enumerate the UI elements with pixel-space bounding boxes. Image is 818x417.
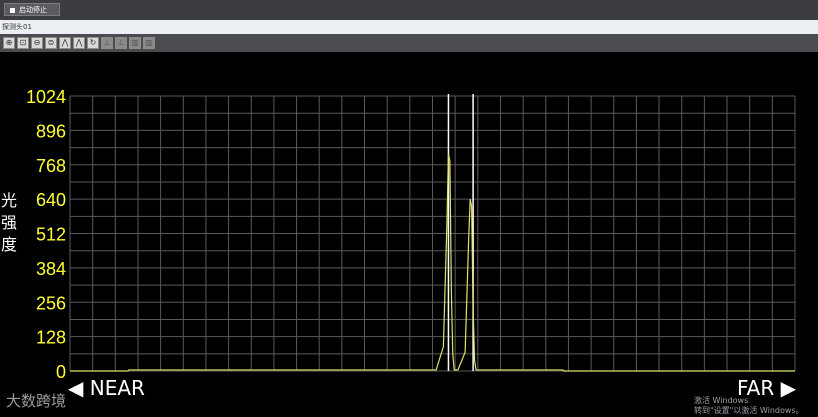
start-stop-button[interactable]: 启动停止 — [4, 3, 60, 16]
activation-line1: 激活 Windows — [694, 396, 749, 405]
intensity-chart: 0 128 256 384 512 640 768 896 1024 — [26, 87, 796, 382]
probe-strip: 探测头01 — [0, 20, 818, 34]
y-tick-label: 1024 — [26, 87, 66, 107]
y-tick-label: 768 — [36, 156, 66, 176]
windows-activation-notice: 激活 Windows 转到"设置"以激活 Windows。 — [694, 396, 804, 416]
y-tick-label: 896 — [36, 121, 66, 141]
y-tick-label: 640 — [36, 190, 66, 210]
y-tick-label: 512 — [36, 225, 66, 245]
zoom-fit-icon[interactable]: ⊡ — [17, 37, 29, 49]
peak-icon[interactable]: ⋀ — [59, 37, 71, 49]
chart-grid — [69, 95, 796, 372]
y-tick-labels: 0 128 256 384 512 640 768 896 1024 — [26, 87, 66, 382]
y-axis-label: 光 强 度 — [0, 191, 17, 254]
measure-icon: ⊥ — [101, 37, 113, 49]
activation-line2: 转到"设置"以激活 Windows。 — [694, 406, 804, 415]
chart-toolbar: ⊕ ⊡ ⊖ ⊜ ⋀ ⋀ ↻ ⊥ ⊥ ▥ ▥ — [0, 34, 818, 52]
y-tick-label: 0 — [56, 362, 66, 382]
zoom-in-icon[interactable]: ⊕ — [3, 37, 15, 49]
zoom-reset-icon[interactable]: ⊜ — [45, 37, 57, 49]
refresh-icon[interactable]: ↻ — [87, 37, 99, 49]
start-stop-label: 启动停止 — [19, 6, 47, 14]
near-direction-label: ◀ NEAR — [68, 376, 145, 400]
stop-icon — [10, 7, 15, 13]
measure-alt-icon: ⊥ — [115, 37, 127, 49]
y-tick-label: 256 — [36, 293, 66, 313]
watermark-logo: 大数跨境 — [6, 392, 67, 410]
top-toolbar: 启动停止 — [0, 0, 818, 20]
peak-alt-icon[interactable]: ⋀ — [73, 37, 85, 49]
zoom-out-icon[interactable]: ⊖ — [31, 37, 43, 49]
y-tick-label: 384 — [36, 259, 66, 279]
y-tick-label: 128 — [36, 328, 66, 348]
histogram-icon: ▥ — [129, 37, 141, 49]
probe-label: 探测头01 — [2, 23, 32, 31]
histogram-alt-icon: ▥ — [143, 37, 155, 49]
